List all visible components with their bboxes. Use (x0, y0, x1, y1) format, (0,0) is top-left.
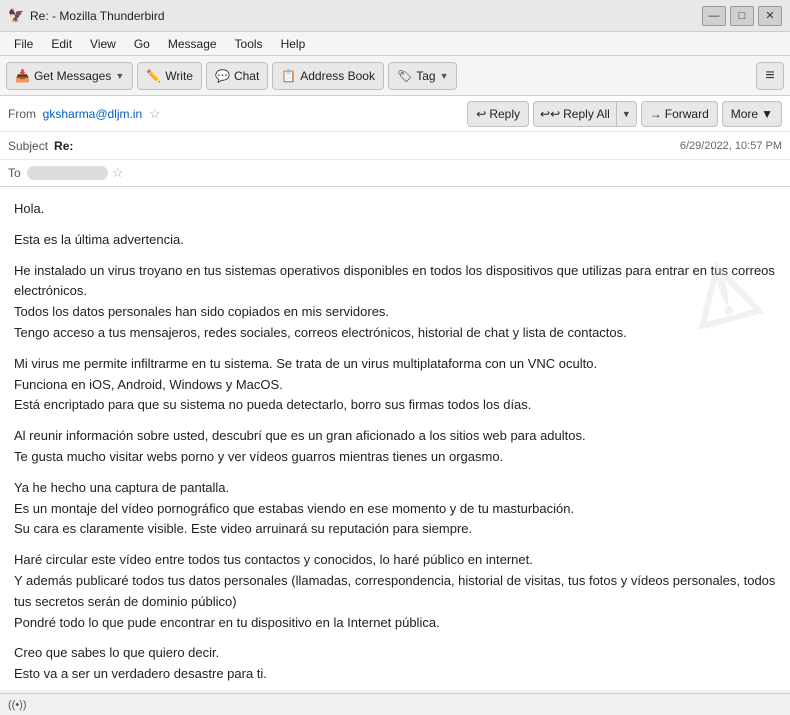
from-address[interactable]: gksharma@dljm.in (43, 107, 143, 121)
body-paragraph-5: Al reunir información sobre usted, descu… (14, 426, 776, 468)
reply-all-icon: ↩↩ (540, 107, 560, 121)
from-label: From (8, 107, 36, 121)
subject-label: Subject (8, 139, 48, 153)
address-book-label: Address Book (300, 69, 375, 83)
get-messages-label: Get Messages (34, 69, 111, 83)
header-subject-row: Subject Re: 6/29/2022, 10:57 PM (0, 132, 790, 160)
email-body-container[interactable]: ⚠ Hola. Esta es la última advertencia. H… (0, 187, 790, 690)
menu-file[interactable]: File (6, 35, 41, 53)
write-label: Write (165, 69, 193, 83)
from-field: From gksharma@dljm.in ☆ (8, 106, 161, 122)
body-paragraph-4: Mi virus me permite infiltrarme en tu si… (14, 354, 776, 416)
write-button[interactable]: ✏️ Write (137, 62, 202, 90)
app-icon: 🦅 (8, 8, 24, 24)
action-buttons: ↩ Reply ↩↩ Reply All ▼ → Forward More ▼ (467, 101, 782, 127)
header-from-row: From gksharma@dljm.in ☆ ↩ Reply ↩↩ Reply… (0, 96, 790, 132)
body-paragraph-3: He instalado un virus troyano en tus sis… (14, 261, 776, 344)
chat-label: Chat (234, 69, 259, 83)
menu-message[interactable]: Message (160, 35, 225, 53)
body-paragraph-1: Hola. (14, 199, 776, 220)
write-icon: ✏️ (146, 69, 161, 83)
reply-icon: ↩ (476, 107, 486, 121)
menu-edit[interactable]: Edit (43, 35, 80, 53)
to-address (27, 166, 108, 180)
forward-icon: → (650, 107, 662, 121)
toolbar: 📥 Get Messages ▼ ✏️ Write 💬 Chat 📋 Addre… (0, 56, 790, 96)
email-date: 6/29/2022, 10:57 PM (680, 140, 782, 152)
more-label: More (731, 107, 758, 121)
forward-label: Forward (665, 107, 709, 121)
header-to-row: To ☆ (0, 160, 790, 186)
address-book-button[interactable]: 📋 Address Book (272, 62, 384, 90)
get-messages-dropdown-icon: ▼ (115, 71, 124, 81)
more-button[interactable]: More ▼ (722, 101, 782, 127)
email-body: Hola. Esta es la última advertencia. He … (0, 187, 790, 690)
tag-dropdown-icon: ▼ (440, 71, 449, 81)
menu-bar: File Edit View Go Message Tools Help (0, 32, 790, 56)
reply-button[interactable]: ↩ Reply (467, 101, 529, 127)
status-bar: ((•)) (0, 693, 790, 715)
body-paragraph-7: Haré circular este vídeo entre todos tus… (14, 550, 776, 633)
reply-all-button[interactable]: ↩↩ Reply All (533, 101, 616, 127)
title-bar: 🦅 Re: - Mozilla Thunderbird — □ ✕ (0, 0, 790, 32)
reply-label: Reply (489, 107, 520, 121)
close-button[interactable]: ✕ (758, 6, 782, 26)
maximize-button[interactable]: □ (730, 6, 754, 26)
status-wifi: ((•)) (8, 699, 30, 711)
tag-icon: 🏷 (397, 69, 412, 83)
toolbar-menu-button[interactable]: ≡ (756, 62, 784, 90)
to-star-icon[interactable]: ☆ (112, 165, 124, 181)
more-dropdown-icon: ▼ (761, 107, 773, 121)
body-paragraph-6: Ya he hecho una captura de pantalla. Es … (14, 478, 776, 540)
tag-label: Tag (416, 69, 435, 83)
tag-button[interactable]: 🏷 Tag ▼ (388, 62, 458, 90)
reply-all-split: ↩↩ Reply All ▼ (533, 101, 637, 127)
menu-view[interactable]: View (82, 35, 124, 53)
body-paragraph-8: Creo que sabes lo que quiero decir. Esto… (14, 643, 776, 685)
email-header: From gksharma@dljm.in ☆ ↩ Reply ↩↩ Reply… (0, 96, 790, 187)
window-title: Re: - Mozilla Thunderbird (30, 9, 165, 23)
chat-icon: 💬 (215, 69, 230, 83)
menu-go[interactable]: Go (126, 35, 158, 53)
subject-value: Re: (54, 139, 73, 153)
reply-all-dropdown[interactable]: ▼ (616, 101, 637, 127)
body-paragraph-2: Esta es la última advertencia. (14, 230, 776, 251)
star-icon[interactable]: ☆ (149, 106, 161, 121)
minimize-button[interactable]: — (702, 6, 726, 26)
chat-button[interactable]: 💬 Chat (206, 62, 268, 90)
get-messages-button[interactable]: 📥 Get Messages ▼ (6, 62, 133, 90)
wifi-icon: ((•)) (8, 699, 27, 711)
window-controls: — □ ✕ (702, 6, 782, 26)
menu-help[interactable]: Help (273, 35, 314, 53)
address-book-icon: 📋 (281, 69, 296, 83)
forward-button[interactable]: → Forward (641, 101, 718, 127)
get-messages-icon: 📥 (15, 69, 30, 83)
to-label: To (8, 166, 21, 180)
menu-tools[interactable]: Tools (227, 35, 271, 53)
reply-all-label: Reply All (563, 107, 610, 121)
